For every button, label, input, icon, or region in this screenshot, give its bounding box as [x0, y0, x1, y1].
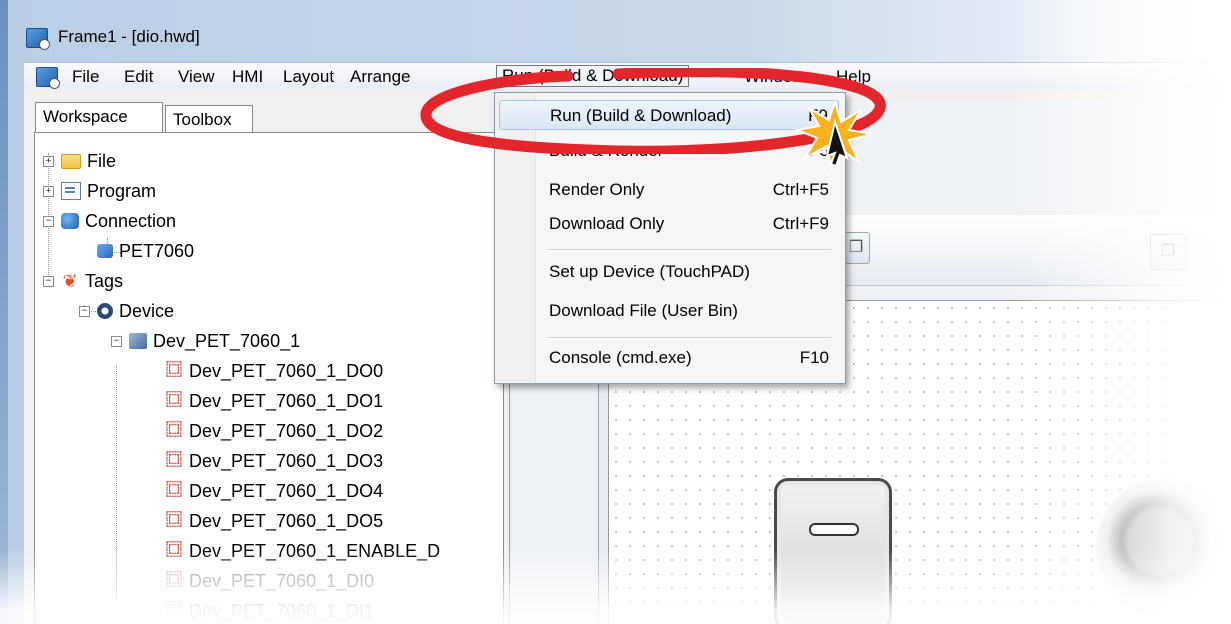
pages-icon[interactable]: ❐ — [842, 232, 870, 264]
module-icon — [97, 244, 113, 258]
tree-item-tag[interactable]: ⿴ Dev_PET_7060_1_DO3 — [165, 446, 383, 476]
menu-run[interactable]: Run (Build & Download) — [496, 65, 690, 87]
tag-icon: ⿴ — [165, 542, 182, 559]
tree-item-pet7060[interactable]: PET7060 — [97, 236, 194, 266]
menu-item-download-file[interactable]: Download File (User Bin) — [499, 296, 839, 326]
run-menu: Run (Build & Download) F9 Build & Render F… — [494, 92, 846, 384]
tree-item-tag[interactable]: ⿴ Dev_PET_7060_1_DO0 — [165, 356, 383, 386]
tree-item-connection[interactable]: Connection — [61, 206, 176, 236]
toggle-switch-widget[interactable] — [774, 478, 892, 624]
menu-file[interactable]: File — [68, 66, 103, 88]
window-title: Frame1 - [dio.hwd] — [58, 27, 200, 46]
folder-icon — [61, 153, 81, 169]
menu-item-setup-device[interactable]: Set up Device (TouchPAD) — [499, 257, 839, 287]
tree-item-tag[interactable]: ⿴ Dev_PET_7060_1_DI0 — [165, 566, 374, 596]
workspace-tree: + + − − − − File Program Connection PET7… — [34, 132, 504, 624]
tab-toolbox[interactable]: Toolbox — [165, 105, 253, 132]
device-icon — [97, 303, 113, 319]
menu-layout[interactable]: Layout — [279, 66, 338, 88]
tag-icon: ⿴ — [165, 482, 182, 499]
tab-workspace[interactable]: Workspace — [35, 102, 163, 132]
pages-icon[interactable]: ❐ — [1150, 234, 1186, 270]
expand-toggle[interactable]: + — [43, 156, 54, 167]
connection-icon — [61, 213, 79, 229]
tree-item-tag[interactable]: ⿴ Dev_PET_7060_1_DO2 — [165, 416, 383, 446]
menu-window[interactable]: Window — [740, 66, 808, 88]
tag-icon: ⿴ — [165, 392, 182, 409]
tree-item-device[interactable]: Device — [97, 296, 174, 326]
menu-view[interactable]: View — [174, 66, 219, 88]
tags-icon: ❦ — [62, 271, 78, 291]
menu-item-build-render[interactable]: Build & Render F5 — [499, 150, 839, 166]
tag-icon: ⿴ — [165, 452, 182, 469]
round-button-widget[interactable] — [1096, 478, 1231, 618]
tree-item-dev-pet-7060-1[interactable]: Dev_PET_7060_1 — [129, 326, 300, 356]
tree-item-tag[interactable]: ⿴ Dev_PET_7060_1_DO4 — [165, 476, 383, 506]
switch-slot — [809, 523, 859, 536]
collapse-toggle[interactable]: − — [43, 276, 54, 287]
tag-icon: ⿴ — [165, 422, 182, 439]
menu-item-render-only[interactable]: Render Only Ctrl+F5 — [499, 175, 839, 205]
menu-separator — [547, 249, 831, 251]
tree-item-tag[interactable]: ⿴ Dev_PET_7060_1_ENABLE_D — [165, 536, 440, 566]
menu-item-console[interactable]: Console (cmd.exe) F10 — [499, 343, 839, 373]
tree-item-file[interactable]: File — [61, 146, 116, 176]
collapse-toggle[interactable]: − — [111, 336, 122, 347]
menu-hmi[interactable]: HMI — [228, 66, 267, 88]
tag-icon: ⿴ — [165, 602, 182, 619]
tag-icon: ⿴ — [165, 572, 182, 589]
tree-item-tag[interactable]: ⿴ Dev_PET_7060_1_DO1 — [165, 386, 383, 416]
tree-item-tags[interactable]: ❦ Tags — [61, 266, 123, 296]
collapse-toggle[interactable]: − — [43, 216, 54, 227]
tree-item-tag[interactable]: ⿴ Dev_PET_7060_1_DI1 — [165, 596, 374, 624]
menu-arrange[interactable]: Arrange — [346, 66, 414, 88]
menu-help[interactable]: Help — [832, 66, 875, 88]
expand-toggle[interactable]: + — [43, 186, 54, 197]
collapse-toggle[interactable]: − — [79, 306, 90, 317]
program-icon — [61, 182, 81, 200]
menu-edit[interactable]: Edit — [120, 66, 157, 88]
tree-line — [116, 365, 117, 602]
tag-icon: ⿴ — [165, 512, 182, 529]
menu-separator — [547, 337, 831, 339]
app-icon — [26, 28, 50, 50]
application-window: Frame1 - [dio.hwd] File Edit View HMI La… — [0, 0, 1231, 624]
tree-item-tag[interactable]: ⿴ Dev_PET_7060_1_DO5 — [165, 506, 383, 536]
menu-item-run-build-download[interactable]: Run (Build & Download) F9 — [499, 100, 839, 130]
window-border — [0, 0, 8, 624]
menu-item-download-only[interactable]: Download Only Ctrl+F9 — [499, 209, 839, 239]
tag-icon: ⿴ — [165, 362, 182, 379]
device-module-icon — [129, 333, 147, 349]
menu-bar: File Edit View HMI Layout Arrange Run (B… — [24, 62, 1231, 91]
tree-item-program[interactable]: Program — [61, 176, 156, 206]
document-menu-icon[interactable] — [36, 67, 60, 89]
